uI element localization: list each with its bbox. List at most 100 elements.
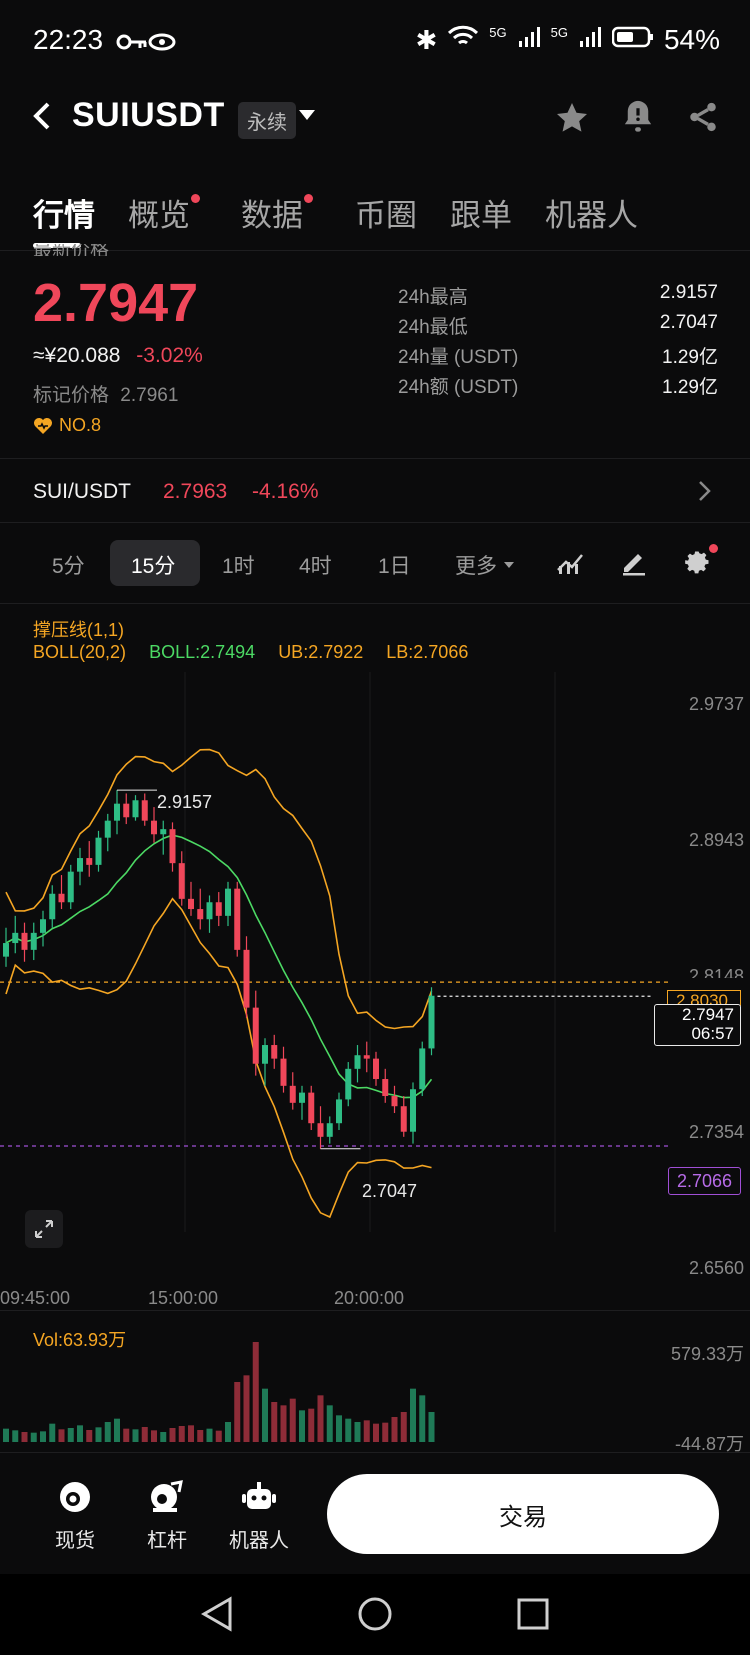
candle-body bbox=[206, 902, 213, 920]
symbol-title[interactable]: SUIUSDT bbox=[72, 96, 225, 135]
volume-bar bbox=[299, 1410, 305, 1442]
margin-leverage-icon bbox=[151, 1480, 183, 1512]
back-nav-icon[interactable] bbox=[200, 1596, 234, 1632]
period-4h[interactable]: 4时 bbox=[299, 550, 332, 580]
volume-bar bbox=[419, 1395, 426, 1442]
candle-body bbox=[30, 932, 37, 950]
recents-nav-icon[interactable] bbox=[516, 1597, 550, 1631]
favorite-star-icon[interactable] bbox=[554, 100, 590, 141]
latest-price-label[interactable]: 最新价格 bbox=[33, 244, 109, 256]
tab-market[interactable]: 行情 bbox=[33, 190, 95, 235]
divider bbox=[0, 1452, 750, 1453]
tab-overview[interactable]: 概览 bbox=[128, 190, 200, 235]
spot-price: 2.7963 bbox=[163, 480, 228, 503]
margin-button[interactable]: 杠杆 bbox=[122, 1480, 212, 1553]
symbol-dropdown-icon[interactable] bbox=[298, 108, 316, 127]
stat-value: 1.29亿 bbox=[662, 377, 718, 398]
candle-body bbox=[21, 932, 28, 950]
signal-icon-2: 5G bbox=[550, 24, 568, 40]
back-button[interactable] bbox=[30, 100, 54, 137]
candle-body bbox=[114, 803, 120, 821]
period-more[interactable]: 更多 bbox=[455, 550, 515, 580]
candle-body bbox=[151, 820, 157, 835]
stat-value: 2.9157 bbox=[659, 282, 718, 303]
tab-label: 币圈 bbox=[355, 198, 417, 233]
bottom-label: 杠杆 bbox=[147, 1530, 187, 1552]
candle-countdown: 06:57 bbox=[691, 1024, 734, 1043]
share-icon[interactable] bbox=[686, 100, 720, 139]
volume-bar bbox=[400, 1412, 407, 1442]
boll-legend[interactable]: BOLL(20,2) BOLL:2.7494 UB:2.7922 LB:2.70… bbox=[33, 642, 468, 663]
tab-label: 行情 bbox=[33, 198, 95, 233]
chevron-left-icon bbox=[33, 102, 50, 130]
fullscreen-button[interactable] bbox=[25, 1210, 63, 1248]
candle-body bbox=[104, 820, 111, 838]
volume-bar bbox=[215, 1430, 222, 1442]
stat-label: 24h最高 bbox=[398, 287, 468, 308]
volume-bar bbox=[363, 1420, 370, 1442]
bots-button[interactable]: 机器人 bbox=[214, 1480, 304, 1553]
price-chart[interactable] bbox=[0, 672, 750, 1302]
expand-icon bbox=[35, 1220, 53, 1238]
candle-body bbox=[141, 800, 148, 821]
candle-body bbox=[95, 837, 102, 865]
y-tick: 2.6560 bbox=[688, 1258, 744, 1278]
current-price-tag[interactable]: 2.7947 06:57 bbox=[654, 1004, 741, 1046]
volume-bar bbox=[151, 1430, 157, 1442]
rank-badge[interactable]: NO.8 bbox=[33, 415, 101, 436]
volume-bar bbox=[345, 1418, 352, 1442]
home-nav-icon[interactable] bbox=[357, 1596, 393, 1632]
tab-bots[interactable]: 机器人 bbox=[545, 190, 638, 235]
volume-bar bbox=[234, 1382, 241, 1442]
candle-body bbox=[382, 1079, 389, 1097]
candle-body bbox=[86, 858, 93, 865]
trade-button[interactable]: 交易 bbox=[327, 1474, 719, 1554]
spot-pair-row[interactable]: SUI/USDT 2.7963 -4.16% bbox=[0, 460, 750, 522]
robot-icon bbox=[242, 1482, 276, 1509]
volume-bar bbox=[252, 1342, 259, 1442]
candle-body bbox=[58, 893, 65, 903]
latest-price-label-text: 最新价格 bbox=[33, 244, 110, 256]
wifi-icon bbox=[447, 24, 479, 56]
y-tick: 2.8148 bbox=[689, 966, 744, 978]
period-5m[interactable]: 5分 bbox=[52, 550, 85, 580]
y-tick-text: 2.8148 bbox=[688, 966, 744, 978]
candle-body bbox=[188, 898, 194, 910]
tab-data[interactable]: 数据 bbox=[241, 190, 313, 235]
volume-bar bbox=[58, 1429, 65, 1442]
tabs-divider bbox=[0, 250, 750, 251]
volume-bar bbox=[225, 1422, 231, 1442]
candle-body bbox=[410, 1089, 416, 1132]
chart-settings-gear-icon[interactable] bbox=[684, 544, 718, 581]
price-alert-bell-icon[interactable] bbox=[620, 98, 656, 141]
chevron-right-icon bbox=[699, 481, 711, 501]
spot-change: -4.16% bbox=[252, 480, 319, 503]
signal-bars-icon-1 bbox=[517, 24, 541, 56]
mark-price-value: 2.7961 bbox=[120, 385, 179, 406]
volume-bar bbox=[326, 1405, 333, 1442]
candle-body bbox=[289, 1085, 296, 1103]
notification-dot bbox=[304, 194, 313, 203]
tab-community[interactable]: 币圈 bbox=[355, 190, 417, 235]
draw-pen-icon[interactable] bbox=[620, 548, 648, 581]
volume-bar bbox=[188, 1425, 194, 1442]
tab-copy-trading[interactable]: 跟单 bbox=[450, 190, 512, 235]
period-1d[interactable]: 1日 bbox=[378, 550, 411, 580]
candle-body bbox=[299, 1092, 305, 1103]
support-resistance-legend[interactable]: 撑压线(1,1) bbox=[33, 616, 124, 642]
spot-button[interactable]: 现货 bbox=[30, 1480, 120, 1553]
battery-percent: 54% bbox=[663, 24, 720, 55]
volume-bar bbox=[289, 1398, 296, 1442]
indicator-icon[interactable] bbox=[556, 548, 586, 581]
candle-body bbox=[419, 1048, 426, 1090]
x-tick: 09:45:00 bbox=[0, 1288, 71, 1308]
period-15m[interactable]: 15分 bbox=[131, 550, 175, 580]
bottom-label: 机器人 bbox=[229, 1530, 289, 1552]
volume-bar bbox=[67, 1428, 74, 1442]
cny-price: ≈¥20.088 bbox=[33, 344, 121, 367]
candle-body bbox=[373, 1058, 379, 1080]
volume-bar bbox=[3, 1428, 9, 1442]
y-tick: 2.7354 bbox=[688, 1122, 744, 1142]
period-1h[interactable]: 1时 bbox=[222, 550, 255, 580]
candle-body bbox=[215, 902, 222, 916]
